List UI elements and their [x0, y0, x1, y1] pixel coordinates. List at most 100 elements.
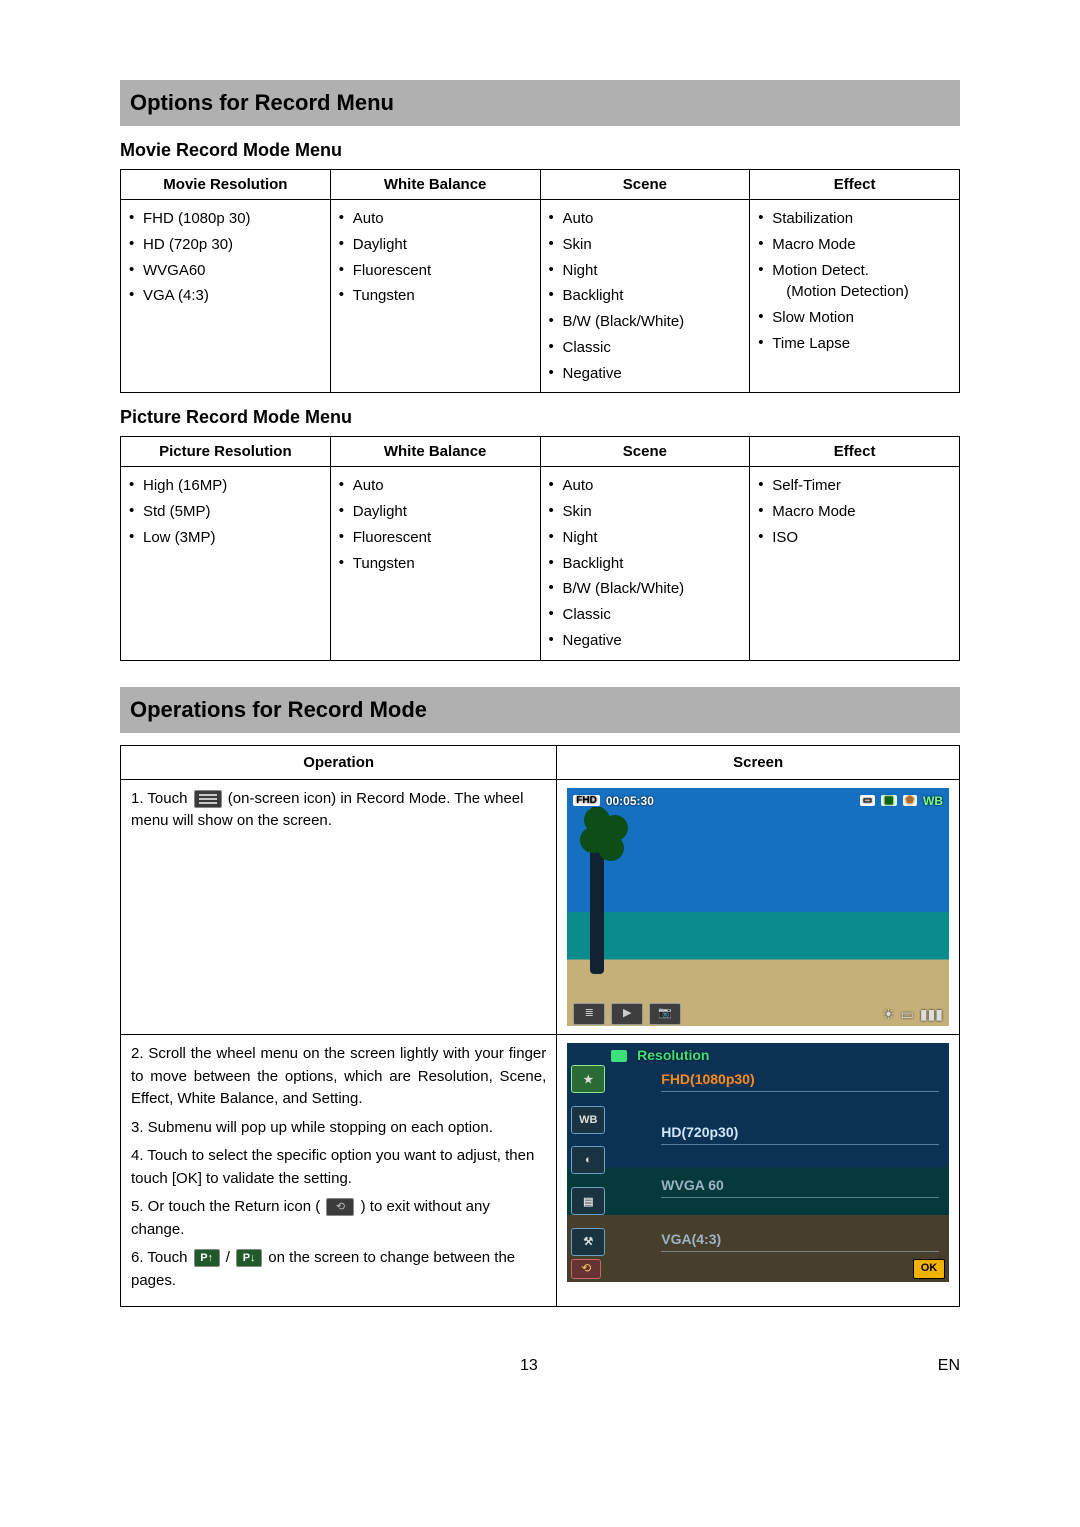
movie-hdr-scene: Scene [540, 170, 750, 200]
picture-hdr-effect: Effect [750, 437, 960, 467]
movie-hdr-wb: White Balance [330, 170, 540, 200]
ok-button: OK [913, 1259, 945, 1279]
picture-hdr-wb: White Balance [330, 437, 540, 467]
list-item: Std (5MP) [129, 499, 322, 525]
movie-wb-list: Auto Daylight Fluorescent Tungsten [339, 206, 532, 309]
ops-hdr-operation: Operation [121, 745, 557, 779]
picture-hdr-resolution: Picture Resolution [121, 437, 331, 467]
movie-scene-list: Auto Skin Night Backlight B/W (Black/Whi… [549, 206, 742, 386]
list-item: FHD (1080p 30) [129, 206, 322, 232]
stab-icon: ▭ [860, 795, 875, 806]
operations-table: Operation Screen 1. Touch (on-screen ico… [120, 745, 960, 1308]
options-record-menu-heading: Options for Record Menu [120, 80, 960, 126]
op-step-1-cell: 1. Touch (on-screen icon) in Record Mode… [121, 779, 557, 1035]
movie-hdr-effect: Effect [750, 170, 960, 200]
resolution-options: FHD(1080p30) HD(720p30) WVGA 60 VGA(4:3) [661, 1067, 939, 1252]
op-step-4: 4. Touch to select the specific option y… [131, 1145, 546, 1190]
mode-btn-icon: 📷 [649, 1003, 681, 1025]
list-item: Night [549, 525, 742, 551]
list-item: Stabilization [758, 206, 951, 232]
list-item: Skin [549, 499, 742, 525]
list-item: WVGA60 [129, 258, 322, 284]
list-item: Backlight [549, 283, 742, 309]
movie-resolution-list: FHD (1080p 30) HD (720p 30) WVGA60 VGA (… [129, 206, 322, 309]
effect-motion-detect-sub: (Motion Detection) [772, 281, 951, 303]
list-item: Classic [549, 602, 742, 628]
op-step-5: 5. Or touch the Return icon ( ⟲ ) to exi… [131, 1196, 546, 1241]
page-down-icon: P↓ [236, 1249, 262, 1267]
list-item: Auto [549, 206, 742, 232]
opt-fhd: FHD(1080p30) [661, 1067, 939, 1092]
list-item: Motion Detect. (Motion Detection) [758, 258, 951, 306]
list-item: Auto [339, 206, 532, 232]
picture-wb-list: Auto Daylight Fluorescent Tungsten [339, 473, 532, 576]
operations-record-mode-heading: Operations for Record Mode [120, 687, 960, 733]
movie-effect-list: Stabilization Macro Mode Motion Detect. … [758, 206, 951, 357]
list-item: Tungsten [339, 551, 532, 577]
list-item: Auto [339, 473, 532, 499]
ops-hdr-screen: Screen [557, 745, 960, 779]
list-item: Fluorescent [339, 525, 532, 551]
list-item: Auto [549, 473, 742, 499]
rec-time: 00:05:30 [606, 794, 654, 808]
opt-wvga: WVGA 60 [661, 1173, 939, 1198]
op-steps-2to6-cell: 2. Scroll the wheel menu on the screen l… [121, 1035, 557, 1307]
list-item: High (16MP) [129, 473, 322, 499]
picture-menu-table: Picture Resolution White Balance Scene E… [120, 436, 960, 660]
picture-effect-list: Self-Timer Macro Mode ISO [758, 473, 951, 550]
page-up-icon: P↑ [194, 1249, 220, 1267]
menu-title: Resolution [611, 1047, 709, 1063]
list-item: Skin [549, 232, 742, 258]
list-item: Macro Mode [758, 232, 951, 258]
list-item: Daylight [339, 232, 532, 258]
movie-record-mode-heading: Movie Record Mode Menu [120, 140, 960, 161]
screen-2-cell: Resolution ★ WB ◐ ▤ ⚒ FHD(1080p30) HD(72… [557, 1035, 960, 1307]
macro-icon: ✿ [903, 795, 917, 806]
list-item: HD (720p 30) [129, 232, 322, 258]
op-step-3: 3. Submenu will pop up while stopping on… [131, 1117, 546, 1140]
op-step-6: 6. Touch P↑ / P↓ on the screen to change… [131, 1247, 546, 1292]
list-item: Slow Motion [758, 305, 951, 331]
palm-tree-graphic [590, 807, 604, 974]
pict-icon: ▣ [881, 795, 896, 806]
list-item: Daylight [339, 499, 532, 525]
document-page: Options for Record Menu Movie Record Mod… [120, 80, 960, 1375]
list-item: Macro Mode [758, 499, 951, 525]
op-step-1: 1. Touch (on-screen icon) in Record Mode… [131, 788, 546, 833]
list-item: Classic [549, 335, 742, 361]
brightness-icon: ☀ [882, 1006, 895, 1023]
side-resolution-icon: ★ [571, 1065, 605, 1093]
list-item: Self-Timer [758, 473, 951, 499]
picture-resolution-list: High (16MP) Std (5MP) Low (3MP) [129, 473, 322, 550]
page-number: 13 [520, 1357, 538, 1375]
list-item: Negative [549, 361, 742, 387]
opt-vga: VGA(4:3) [661, 1227, 939, 1252]
page-language: EN [938, 1357, 960, 1375]
return-button-icon: ⟲ [571, 1259, 601, 1279]
op6-slash: / [226, 1249, 234, 1266]
picture-scene-list: Auto Skin Night Backlight B/W (Black/Whi… [549, 473, 742, 653]
list-item: Negative [549, 628, 742, 654]
page-footer: 13 EN [120, 1357, 960, 1375]
screen-1-cell: FHD 00:05:30 ▭ ▣ ✿ WB ≣ ▶ 📷 ☀ ▭ [557, 779, 960, 1035]
wb-icon: WB [923, 794, 943, 808]
return-icon: ⟲ [326, 1198, 354, 1216]
osd-top-bar: FHD 00:05:30 ▭ ▣ ✿ WB [567, 788, 949, 814]
effect-motion-detect: Motion Detect. [772, 262, 869, 279]
op5-a: 5. Or touch the Return icon ( [131, 1198, 324, 1215]
list-item: Tungsten [339, 283, 532, 309]
op1-a: 1. Touch [131, 790, 192, 807]
side-wb-icon: WB [571, 1106, 605, 1134]
side-setting-icon: ⚒ [571, 1228, 605, 1256]
list-item: Night [549, 258, 742, 284]
sd-icon: ▭ [901, 1006, 914, 1023]
menu-sidebar: ★ WB ◐ ▤ ⚒ [571, 1065, 605, 1256]
list-item: Time Lapse [758, 331, 951, 357]
movie-hdr-resolution: Movie Resolution [121, 170, 331, 200]
battery-icon: ▮▮▮ [920, 1006, 943, 1023]
list-item: B/W (Black/White) [549, 576, 742, 602]
resolution-menu-screenshot: Resolution ★ WB ◐ ▤ ⚒ FHD(1080p30) HD(72… [567, 1043, 949, 1282]
side-scene-icon: ◐ [571, 1146, 605, 1174]
list-item: ISO [758, 525, 951, 551]
picture-record-mode-heading: Picture Record Mode Menu [120, 407, 960, 428]
